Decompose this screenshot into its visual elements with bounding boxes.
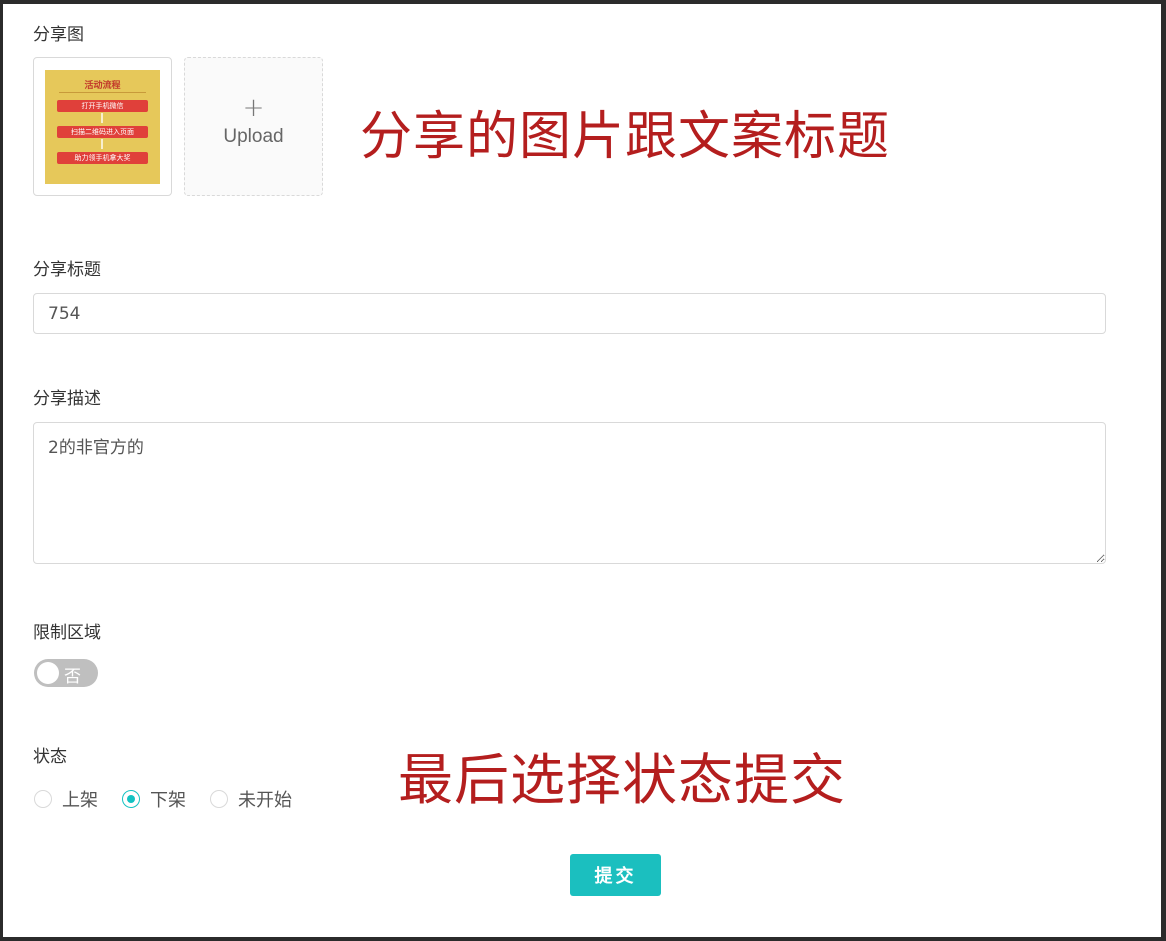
radio-circle <box>34 790 52 808</box>
radio-circle <box>210 790 228 808</box>
switch-text: 否 <box>64 667 81 687</box>
form-panel: 分享图 活动流程 打开手机微信 扫描二维码进入页面 助力领手机拿大奖 + Upl… <box>3 4 1161 937</box>
radio-label: 下架 <box>150 790 186 811</box>
status-radio-group: 上架 下架 未开始 <box>34 786 316 812</box>
poster-connector <box>101 113 103 123</box>
poster-divider <box>59 92 146 93</box>
status-label: 状态 <box>33 747 67 767</box>
share-description-textarea[interactable]: 2的非官方的 <box>33 422 1106 564</box>
status-option-not-started[interactable]: 未开始 <box>210 786 292 812</box>
poster-step: 打开手机微信 <box>57 100 148 112</box>
annotation-bottom: 最后选择状态提交 <box>398 748 847 812</box>
share-description-label: 分享描述 <box>33 389 101 409</box>
radio-label: 上架 <box>62 790 98 811</box>
poster-image: 活动流程 打开手机微信 扫描二维码进入页面 助力领手机拿大奖 <box>45 70 160 184</box>
share-title-input[interactable] <box>33 293 1106 334</box>
poster-title: 活动流程 <box>84 81 121 91</box>
radio-label: 未开始 <box>238 790 292 811</box>
switch-knob <box>37 662 59 684</box>
share-title-label: 分享标题 <box>33 260 101 280</box>
radio-circle-checked <box>122 790 140 808</box>
annotation-top: 分享的图片跟文案标题 <box>360 107 891 167</box>
status-option-off-shelf[interactable]: 下架 <box>122 786 186 812</box>
poster-step: 助力领手机拿大奖 <box>57 152 148 164</box>
upload-button[interactable]: + Upload <box>184 57 323 196</box>
upload-label: Upload <box>223 126 284 147</box>
plus-icon: + <box>242 93 265 123</box>
region-limit-label: 限制区域 <box>33 623 101 643</box>
poster-connector <box>101 139 103 149</box>
region-limit-switch[interactable]: 否 <box>34 659 98 687</box>
poster-step: 扫描二维码进入页面 <box>57 126 148 138</box>
uploaded-image-thumbnail[interactable]: 活动流程 打开手机微信 扫描二维码进入页面 助力领手机拿大奖 <box>33 57 172 196</box>
share-image-label: 分享图 <box>33 25 84 45</box>
status-option-on-shelf[interactable]: 上架 <box>34 786 98 812</box>
submit-button[interactable]: 提交 <box>570 854 661 896</box>
